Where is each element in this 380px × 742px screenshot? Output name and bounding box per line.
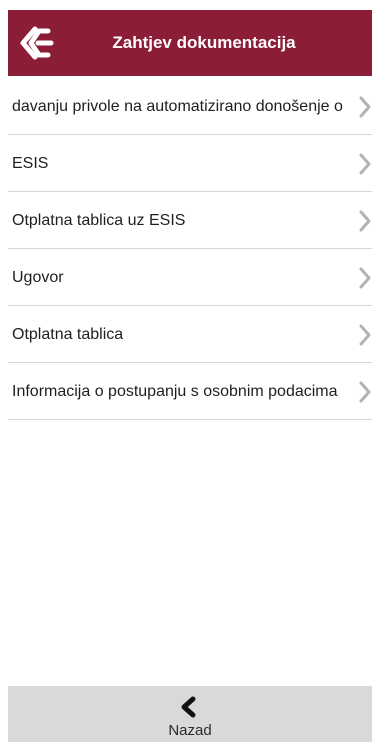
app-header: Zahtjev dokumentacija [8, 10, 372, 76]
list-item-label: ESIS [12, 135, 49, 191]
chevron-right-icon [359, 324, 371, 346]
list-item[interactable]: Otplatna tablica uz ESIS [8, 192, 372, 249]
list-item-label: Informacija o postupanju s osobnim podac… [12, 363, 338, 419]
back-button[interactable]: Nazad [8, 686, 372, 742]
list-item[interactable]: Ugovor [8, 249, 372, 306]
document-list: davanju privole na automatizirano donoše… [8, 78, 372, 420]
list-item-label: Otplatna tablica uz ESIS [12, 192, 186, 248]
list-item[interactable]: Otplatna tablica [8, 306, 372, 363]
chevron-left-icon [181, 696, 196, 718]
back-button-label: Nazad [168, 722, 212, 739]
page-title: Zahtjev dokumentacija [112, 33, 296, 52]
list-item-label: Ugovor [12, 249, 64, 305]
chevron-right-icon [359, 210, 371, 232]
list-item-label: Otplatna tablica [12, 306, 124, 362]
chevron-right-icon [359, 267, 371, 289]
list-item-label: davanju privole na automatizirano donoše… [12, 78, 343, 134]
list-item[interactable]: Informacija o postupanju s osobnim podac… [8, 363, 372, 420]
chevron-right-icon [359, 381, 371, 403]
chevron-right-icon [359, 153, 371, 175]
list-item[interactable]: davanju privole na automatizirano donoše… [8, 78, 372, 135]
list-item[interactable]: ESIS [8, 135, 372, 192]
document-request-screen: Zahtjev dokumentacija davanju privole na… [0, 0, 380, 742]
chevron-right-icon [359, 96, 371, 118]
